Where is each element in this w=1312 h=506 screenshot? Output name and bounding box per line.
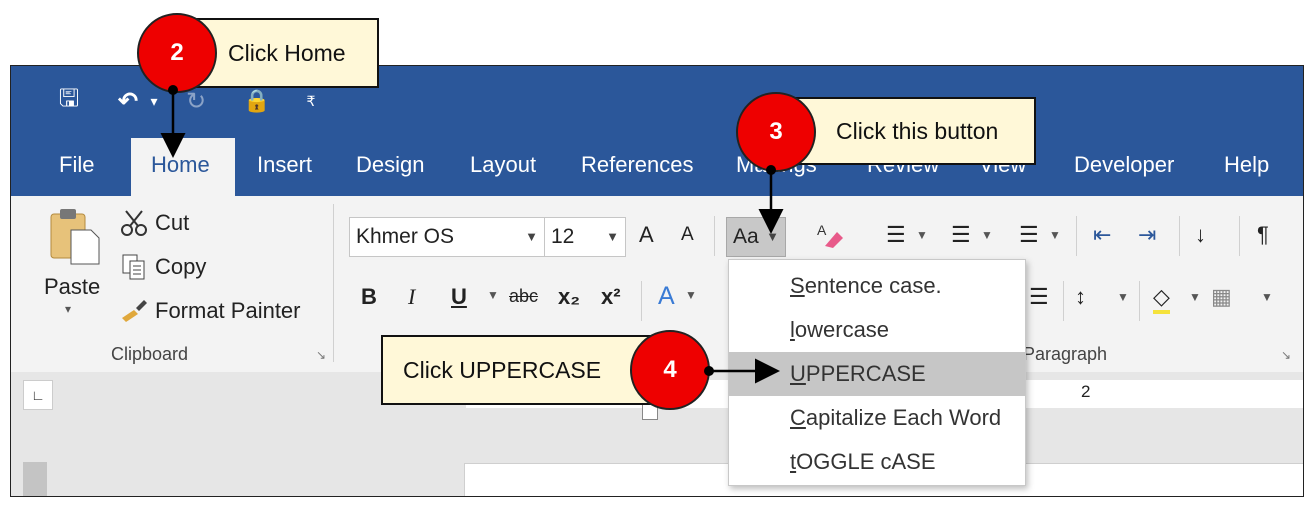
- callout-arrows: [160, 85, 784, 384]
